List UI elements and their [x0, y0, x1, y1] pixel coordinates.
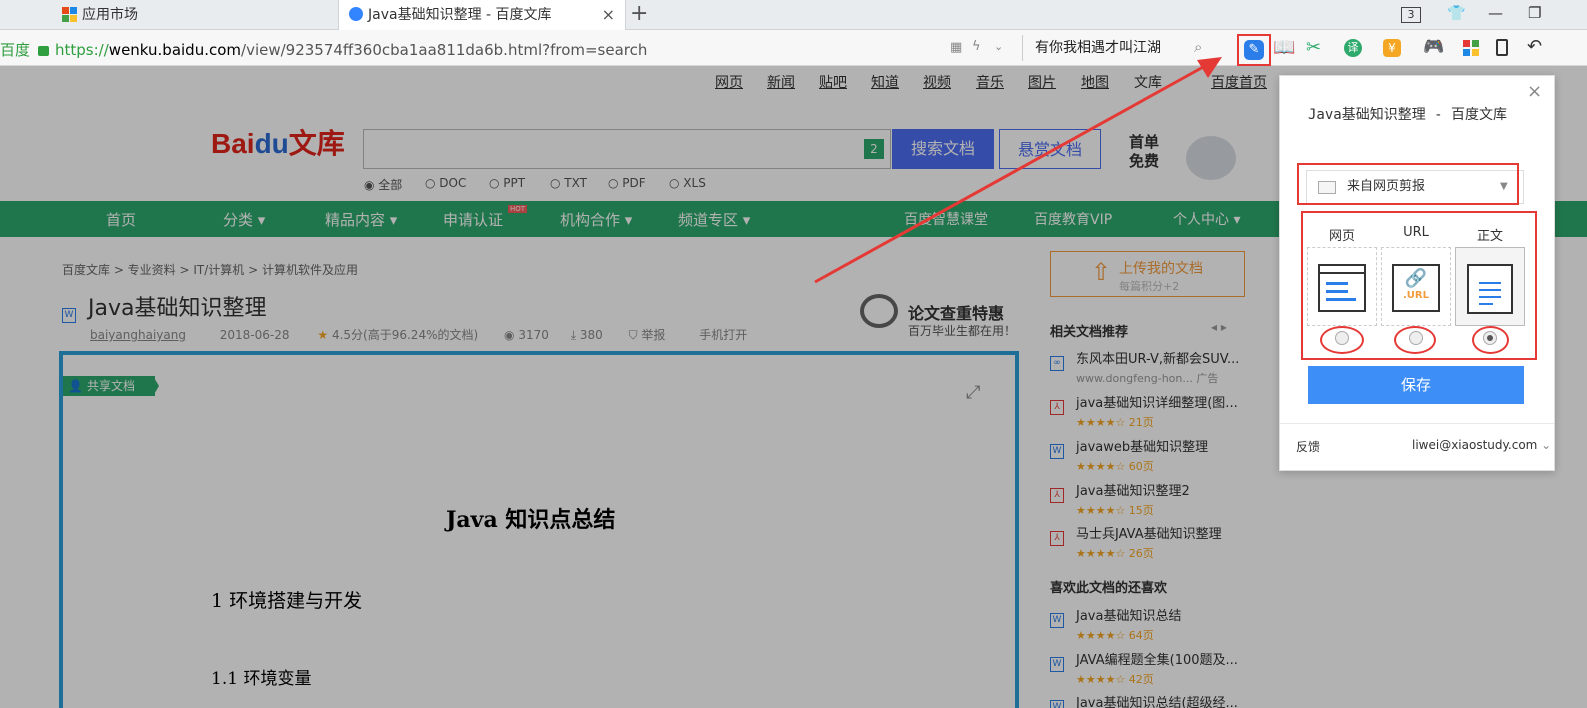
minimize-icon[interactable]: —: [1488, 4, 1503, 22]
apps-icon[interactable]: [1463, 40, 1479, 56]
new-tab-button[interactable]: +: [630, 0, 648, 28]
scissors-icon[interactable]: ✂: [1306, 37, 1328, 59]
tab-java-doc[interactable]: Java基础知识整理 - 百度文库 ×: [338, 0, 626, 30]
url-path: /view/923574ff360cba1aa811da6b.html?from…: [241, 41, 648, 59]
feedback-link[interactable]: 反馈: [1296, 438, 1320, 455]
url-scheme: https://: [55, 41, 109, 59]
chevron-down-icon: ⌄: [1541, 438, 1552, 452]
annotation-box-select: [1297, 163, 1519, 205]
clip-title[interactable]: Java基础知识整理 - 百度文库: [1308, 104, 1507, 124]
lightning-icon[interactable]: ϟ: [972, 39, 981, 54]
phone-icon[interactable]: [1496, 39, 1508, 56]
book-icon[interactable]: 📖: [1273, 37, 1295, 59]
translate-icon[interactable]: 译: [1344, 39, 1362, 57]
lock-icon: [38, 46, 50, 56]
url-host: wenku.baidu.com: [108, 41, 242, 59]
account-menu[interactable]: liwei@xiaostudy.com ⌄: [1412, 438, 1551, 452]
search-input[interactable]: 有你我相遇才叫江湖: [1022, 35, 1222, 61]
annotation-box-modes: [1301, 211, 1537, 360]
maximize-icon[interactable]: ❐: [1528, 4, 1541, 22]
search-icon[interactable]: ⌕: [1194, 38, 1202, 56]
close-icon[interactable]: ×: [1527, 81, 1542, 102]
popup-footer-divider: [1280, 423, 1554, 424]
save-button[interactable]: 保存: [1308, 366, 1524, 404]
undo-icon[interactable]: ↶: [1527, 36, 1542, 57]
game-icon[interactable]: 🎮: [1423, 37, 1445, 59]
chevron-down-icon[interactable]: ⌄: [994, 40, 1003, 53]
url-field[interactable]: 百度 https://wenku.baidu.com/view/923574ff3…: [0, 39, 647, 60]
tab-app-market[interactable]: 应用市场: [52, 0, 338, 30]
tab-count-badge[interactable]: 3: [1401, 7, 1421, 23]
tab-label: Java基础知识整理 - 百度文库: [368, 7, 552, 23]
shield-icon[interactable]: ¥: [1383, 39, 1401, 57]
clipper-icon: ✎: [1244, 40, 1264, 60]
baidu-paw-icon: [349, 7, 363, 21]
url-prefix: 百度: [0, 41, 31, 59]
web-clipper-extension-button[interactable]: ✎: [1237, 34, 1271, 66]
tab-close-icon[interactable]: ×: [602, 0, 615, 30]
account-email: liwei@xiaostudy.com: [1412, 438, 1538, 452]
app-grid-icon: [62, 7, 77, 22]
shirt-icon[interactable]: 👕: [1447, 4, 1466, 22]
qr-icon[interactable]: ▦: [950, 40, 962, 55]
tab-label: 应用市场: [82, 7, 138, 23]
